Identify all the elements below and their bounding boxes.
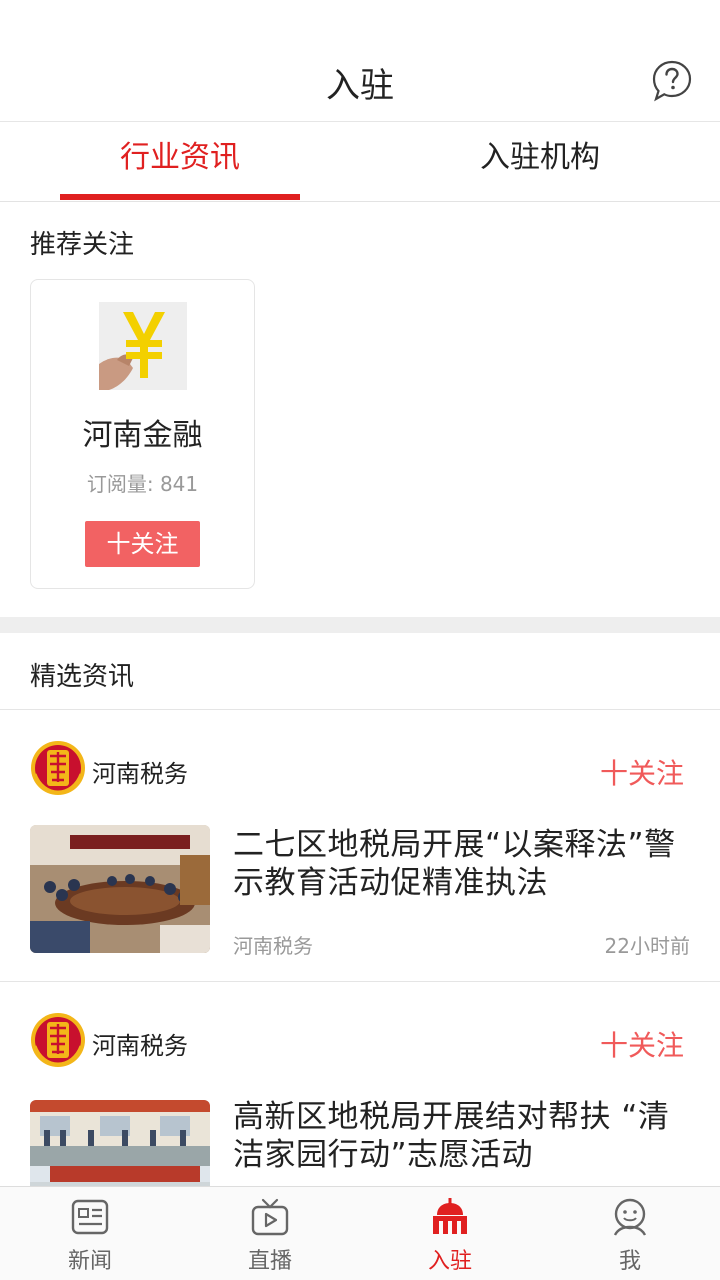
subscriber-count: 订阅量: 841 xyxy=(86,472,199,496)
source-name: 河南税务 xyxy=(92,760,188,788)
user-icon xyxy=(610,1197,650,1237)
active-tab-indicator xyxy=(60,194,300,200)
tax-logo-icon xyxy=(30,1012,86,1068)
news-item[interactable]: 河南税务 十关注 高新区地税局开展结对帮扶 “清洁家园行动”志愿活动 xyxy=(0,982,720,1186)
news-thumbnail xyxy=(30,1100,210,1186)
bottom-nav-news[interactable]: 新闻 xyxy=(0,1187,180,1280)
bottom-nav-bar: 新闻 直播 入驻 我 xyxy=(0,1186,720,1280)
bottom-nav-label: 直播 xyxy=(247,1249,292,1274)
recommended-name: 河南金融 xyxy=(82,418,203,453)
follow-link[interactable]: 十关注 xyxy=(600,1024,684,1064)
bottom-nav-label: 我 xyxy=(618,1249,641,1274)
recommended-card[interactable]: 河南金融 订阅量: 841 十关注 xyxy=(30,279,255,589)
bottom-nav-label: 入驻 xyxy=(427,1249,472,1274)
source-name: 河南税务 xyxy=(92,1032,188,1060)
news-thumbnail xyxy=(30,825,210,953)
section-separator xyxy=(0,617,720,633)
bottom-nav-me[interactable]: 我 xyxy=(540,1187,720,1280)
tab-bar: 行业资讯 入驻机构 xyxy=(0,122,720,202)
tv-icon xyxy=(250,1197,290,1237)
news-headline[interactable]: 二七区地税局开展“以案释法”警示教育活动促精准执法 xyxy=(233,826,693,902)
news-time: 22小时前 xyxy=(604,934,690,958)
page-title: 入驻 xyxy=(326,66,394,106)
news-icon xyxy=(70,1197,110,1237)
tax-logo-icon xyxy=(30,740,86,796)
news-source: 河南税务 xyxy=(233,934,313,958)
news-headline[interactable]: 高新区地税局开展结对帮扶 “清洁家园行动”志愿活动 xyxy=(233,1098,693,1174)
featured-section-title: 精选资讯 xyxy=(30,662,135,692)
tab-institutions[interactable]: 入驻机构 xyxy=(360,122,720,202)
follow-link[interactable]: 十关注 xyxy=(600,752,684,792)
bottom-nav-enter[interactable]: 入驻 xyxy=(360,1187,540,1280)
follow-button[interactable]: 十关注 xyxy=(85,521,200,567)
bottom-nav-live[interactable]: 直播 xyxy=(180,1187,360,1280)
tab-industry-news[interactable]: 行业资讯 xyxy=(0,122,360,202)
recommended-section-title: 推荐关注 xyxy=(30,230,135,260)
yen-sign-icon xyxy=(99,302,187,390)
top-nav-bar: 入驻 xyxy=(0,0,720,122)
bottom-nav-label: 新闻 xyxy=(67,1249,112,1274)
building-icon xyxy=(430,1197,470,1237)
question-circle-icon[interactable] xyxy=(652,60,692,102)
news-item[interactable]: 河南税务 十关注 二七区地税局开展“以案释法”警示教育活动促精准执法 河南税务 … xyxy=(0,710,720,981)
